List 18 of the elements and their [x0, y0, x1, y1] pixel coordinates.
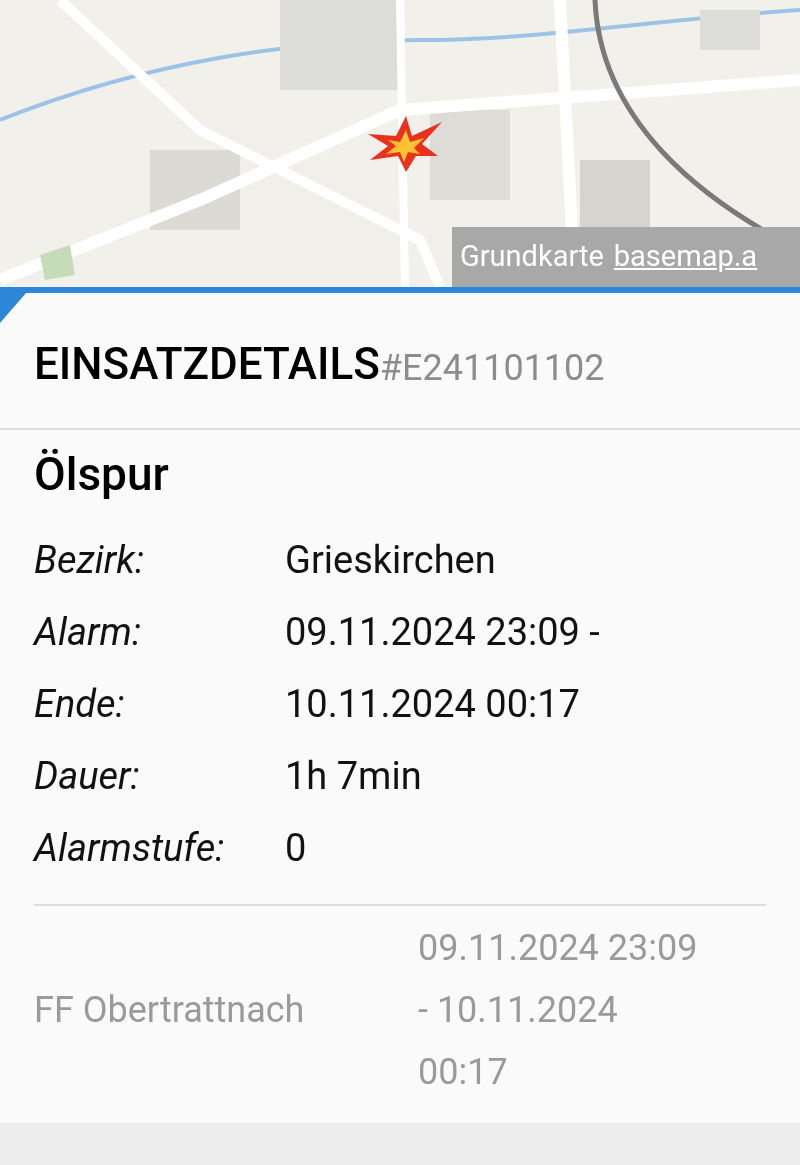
unit-time: 09.11.2024 23:09 - 10.11.2024 00:17 — [418, 926, 699, 1095]
field-value: 0 — [285, 824, 307, 872]
explosion-icon[interactable] — [368, 116, 444, 172]
field-value: 09.11.2024 23:09 - — [285, 608, 600, 656]
attribution-text: Grundkarte — [460, 238, 604, 276]
field-label: Dauer: — [34, 752, 141, 800]
field-label: Ende: — [34, 680, 126, 728]
attribution-link[interactable]: basemap.a — [613, 235, 758, 279]
field-value: 1h 7min — [285, 752, 422, 800]
field-value: 10.11.2024 00:17 — [285, 680, 580, 728]
unit-name: FF Obertrattnach — [34, 988, 306, 1033]
field-label: Alarmstufe: — [34, 824, 226, 872]
incident-title: Ölspur — [34, 446, 170, 503]
panel-title: EINSATZDETAILS — [34, 336, 380, 392]
field-value: Grieskirchen — [285, 536, 496, 584]
incident-id: #E241101102 — [379, 345, 605, 391]
field-label: Bezirk: — [34, 536, 146, 584]
field-label: Alarm: — [34, 608, 142, 656]
